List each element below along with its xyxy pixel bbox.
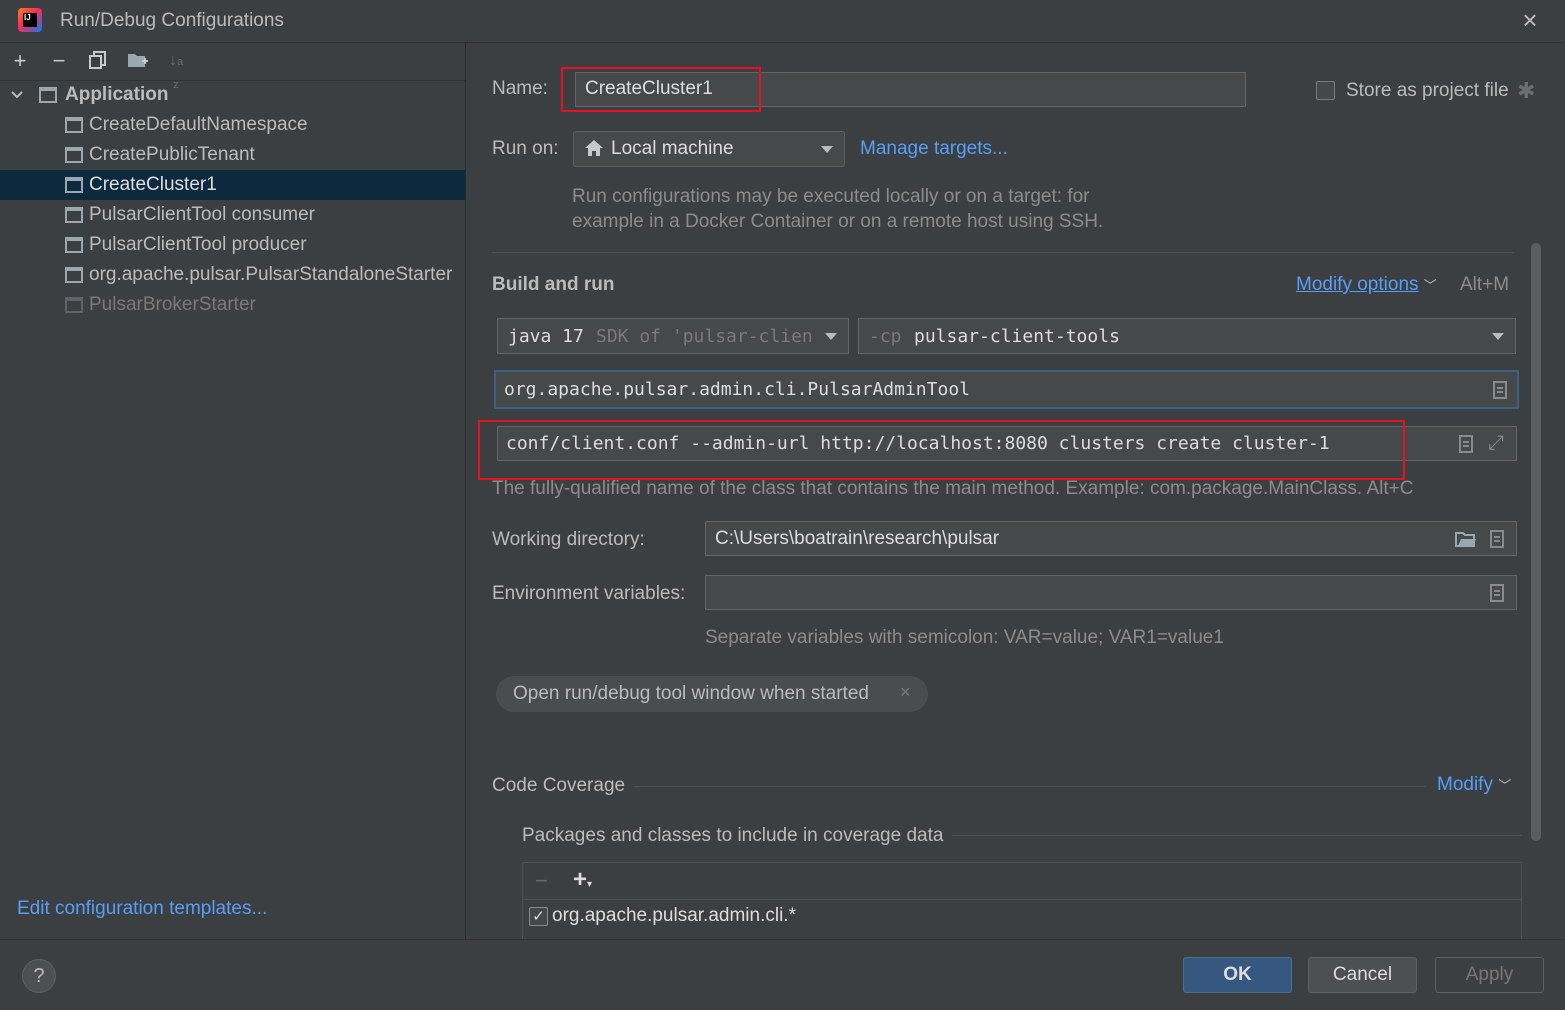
cp-value: pulsar-client-tools — [914, 326, 1120, 347]
open-tool-window-chip[interactable]: Open run/debug tool window when started … — [496, 676, 928, 712]
tree-item-label: CreatePublicTenant — [89, 144, 255, 165]
application-icon — [39, 87, 57, 103]
configuration-icon — [65, 207, 83, 223]
tree-item-label: CreateDefaultNamespace — [89, 114, 308, 135]
window-title: Run/Debug Configurations — [60, 10, 284, 31]
divider — [952, 835, 1522, 836]
chevron-down-icon — [1492, 333, 1504, 340]
jre-value: java 17 — [508, 326, 584, 347]
tree-item-label: CreateCluster1 — [89, 174, 217, 195]
tree-item[interactable]: CreateDefaultNamespace — [0, 110, 465, 140]
copy-icon[interactable] — [87, 50, 109, 72]
folder-icon[interactable] — [1455, 530, 1477, 554]
tree-item-label: PulsarBrokerStarter — [89, 294, 256, 315]
close-icon[interactable]: × — [1518, 7, 1542, 33]
build-and-run-heading: Build and run — [492, 274, 615, 295]
divider — [492, 252, 1514, 253]
browse-class-icon[interactable] — [1493, 381, 1507, 399]
configuration-icon — [65, 147, 83, 163]
tree-item[interactable]: PulsarClientTool producer — [0, 230, 465, 260]
tree-item[interactable]: CreatePublicTenant — [0, 140, 465, 170]
apply-button[interactable]: Apply — [1435, 957, 1544, 993]
coverage-entry-checkbox[interactable]: ✓ — [529, 907, 548, 926]
tree-item-selected[interactable]: CreateCluster1 — [0, 170, 465, 200]
tree-item[interactable]: PulsarClientTool consumer — [0, 200, 465, 230]
edit-configuration-templates-link[interactable]: Edit configuration templates... — [17, 898, 267, 920]
configuration-icon — [65, 297, 83, 313]
run-on-hint: example in a Docker Container or on a re… — [572, 211, 1104, 232]
run-on-hint: Run configurations may be executed local… — [572, 186, 1090, 207]
scrollbar[interactable] — [1531, 243, 1541, 841]
tree-item[interactable]: org.apache.pulsar.PulsarStandaloneStarte… — [0, 260, 465, 290]
configuration-icon — [65, 267, 83, 283]
manage-targets-link[interactable]: Manage targets... — [860, 138, 1008, 160]
ok-button[interactable]: OK — [1183, 957, 1292, 993]
chevron-down-icon — [821, 146, 833, 153]
gear-icon[interactable]: ✱ — [1517, 80, 1535, 102]
tree-item-label: PulsarClientTool consumer — [89, 204, 315, 225]
environment-variables-label: Environment variables: — [492, 583, 686, 604]
main-class-input[interactable]: org.apache.pulsar.admin.cli.PulsarAdminT… — [494, 370, 1519, 409]
tree-group-label: Application — [65, 84, 169, 105]
coverage-modify-link[interactable]: Modify ﹀ — [1437, 774, 1511, 796]
tree-item-label: PulsarClientTool producer — [89, 234, 307, 255]
coverage-patterns-table: − +▾ ✓ org.apache.pulsar.admin.cli.* — [522, 862, 1522, 939]
intellij-logo-icon: IJ — [18, 8, 42, 32]
program-arguments-input[interactable]: conf/client.conf --admin-url http://loca… — [497, 426, 1517, 461]
working-directory-label: Working directory: — [492, 529, 645, 550]
main-class-value: org.apache.pulsar.admin.cli.PulsarAdminT… — [504, 379, 970, 400]
cp-prefix: -cp — [869, 326, 902, 347]
modify-options-link[interactable]: Modify options ﹀ — [1296, 274, 1437, 296]
edit-environment-icon[interactable] — [1490, 584, 1504, 602]
jre-select[interactable]: java 17 SDK of 'pulsar-clien — [497, 318, 849, 354]
code-coverage-heading: Code Coverage — [492, 775, 626, 796]
configuration-icon — [65, 177, 83, 193]
insert-macro-icon[interactable] — [1490, 530, 1504, 548]
name-input-value: CreateCluster1 — [585, 78, 713, 99]
modify-options-label: Modify options — [1296, 274, 1419, 295]
chevron-down-icon — [825, 333, 837, 340]
main-class-hint: The fully-qualified name of the class th… — [492, 478, 1414, 499]
tree-item[interactable]: PulsarBrokerStarter — [0, 290, 465, 320]
run-on-label: Run on: — [492, 138, 559, 159]
name-input[interactable]: CreateCluster1 — [575, 72, 1246, 107]
classpath-module-select[interactable]: -cp pulsar-client-tools — [858, 318, 1516, 354]
configuration-icon — [65, 117, 83, 133]
working-directory-input[interactable]: C:\Users\boatrain\research\pulsar — [705, 521, 1517, 556]
divider — [523, 899, 1521, 900]
remove-icon[interactable]: − — [48, 50, 70, 72]
chevron-down-icon: ﹀ — [1423, 278, 1437, 293]
new-folder-icon[interactable] — [127, 50, 149, 72]
expand-icon[interactable]: ⤢ — [1488, 430, 1504, 454]
packages-label: Packages and classes to include in cover… — [522, 825, 944, 846]
cancel-button[interactable]: Cancel — [1308, 957, 1417, 993]
divider — [634, 786, 1426, 787]
help-icon[interactable]: ? — [22, 959, 56, 993]
tree-group-application[interactable]: Application — [0, 80, 465, 110]
remove-pattern-icon[interactable]: − — [535, 868, 548, 894]
store-as-project-file-checkbox[interactable] — [1316, 81, 1335, 100]
program-arguments-value: conf/client.conf --admin-url http://loca… — [506, 433, 1330, 454]
chevron-down-icon: ﹀ — [1498, 778, 1512, 793]
remove-option-icon[interactable]: × — [900, 682, 911, 703]
name-label: Name: — [492, 78, 548, 99]
coverage-entry-label: org.apache.pulsar.admin.cli.* — [552, 905, 796, 926]
environment-variables-hint: Separate variables with semicolon: VAR=v… — [705, 627, 1224, 648]
run-on-value: Local machine — [611, 138, 734, 159]
sort-icon[interactable]: ↓a z — [165, 50, 187, 91]
home-icon — [584, 139, 604, 163]
open-tool-window-label: Open run/debug tool window when started — [513, 683, 869, 704]
modify-options-shortcut: Alt+M — [1460, 274, 1510, 295]
working-directory-value: C:\Users\boatrain\research\pulsar — [715, 528, 1000, 549]
environment-variables-input[interactable] — [705, 575, 1517, 610]
configuration-icon — [65, 237, 83, 253]
insert-macro-icon[interactable] — [1459, 435, 1473, 453]
tree-item-label: org.apache.pulsar.PulsarStandaloneStarte… — [89, 264, 453, 285]
coverage-modify-label: Modify — [1437, 774, 1493, 795]
add-icon[interactable]: + — [9, 50, 31, 72]
run-on-dropdown[interactable]: Local machine — [573, 131, 845, 167]
store-as-project-file-label: Store as project file — [1346, 80, 1509, 101]
jre-hint: SDK of 'pulsar-clien — [596, 326, 813, 347]
add-pattern-icon[interactable]: +▾ — [573, 866, 592, 894]
